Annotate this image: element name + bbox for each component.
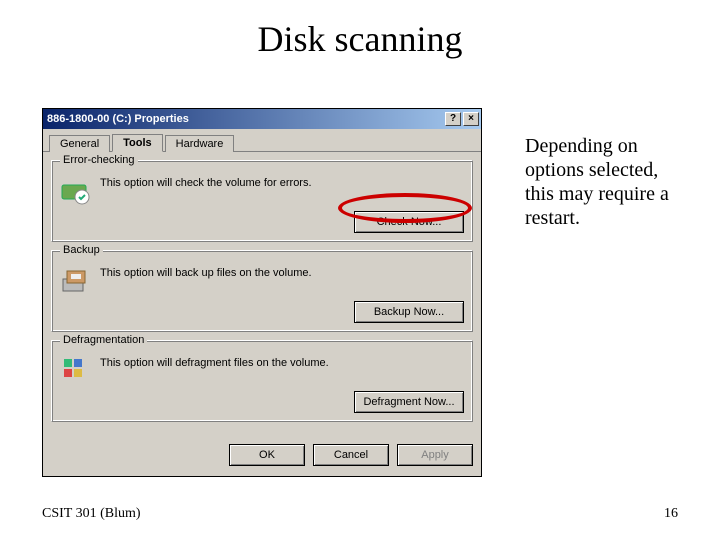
backup-desc: This option will back up files on the vo… xyxy=(100,265,464,281)
tab-general[interactable]: General xyxy=(49,135,110,152)
group-backup: Backup This option will back up files on… xyxy=(51,250,473,332)
help-button[interactable]: ? xyxy=(445,112,461,126)
group-legend-defrag: Defragmentation xyxy=(60,334,147,346)
window-title: 886-1800-00 (C:) Properties xyxy=(47,113,189,125)
defrag-icon xyxy=(60,355,92,387)
cancel-button[interactable]: Cancel xyxy=(313,444,389,466)
tab-tools[interactable]: Tools xyxy=(112,134,163,152)
titlebar[interactable]: 886-1800-00 (C:) Properties ? × xyxy=(43,109,481,129)
group-legend-backup: Backup xyxy=(60,244,103,256)
defrag-desc: This option will defragment files on the… xyxy=(100,355,464,371)
backup-now-button[interactable]: Backup Now... xyxy=(354,301,464,323)
group-error-checking: Error-checking This option will check th… xyxy=(51,160,473,242)
page-number: 16 xyxy=(664,506,678,522)
group-defrag: Defragmentation This option will defragm… xyxy=(51,340,473,422)
slide-annotation: Depending on options selected, this may … xyxy=(525,134,690,230)
footer-left: CSIT 301 (Blum) xyxy=(42,506,141,522)
properties-dialog: 886-1800-00 (C:) Properties ? × General … xyxy=(42,108,482,477)
error-checking-icon xyxy=(60,175,92,207)
check-now-button[interactable]: Check Now... xyxy=(354,211,464,233)
tab-body: Error-checking This option will check th… xyxy=(43,152,481,438)
close-button[interactable]: × xyxy=(463,112,479,126)
slide-title: Disk scanning xyxy=(0,18,720,60)
backup-icon xyxy=(60,265,92,297)
group-legend-error-checking: Error-checking xyxy=(60,154,138,166)
dialog-buttons: OK Cancel Apply xyxy=(43,438,481,476)
ok-button[interactable]: OK xyxy=(229,444,305,466)
defragment-now-button[interactable]: Defragment Now... xyxy=(354,391,464,413)
apply-button[interactable]: Apply xyxy=(397,444,473,466)
error-checking-desc: This option will check the volume for er… xyxy=(100,175,464,191)
tab-hardware[interactable]: Hardware xyxy=(165,135,235,152)
tab-strip: General Tools Hardware xyxy=(43,129,481,152)
